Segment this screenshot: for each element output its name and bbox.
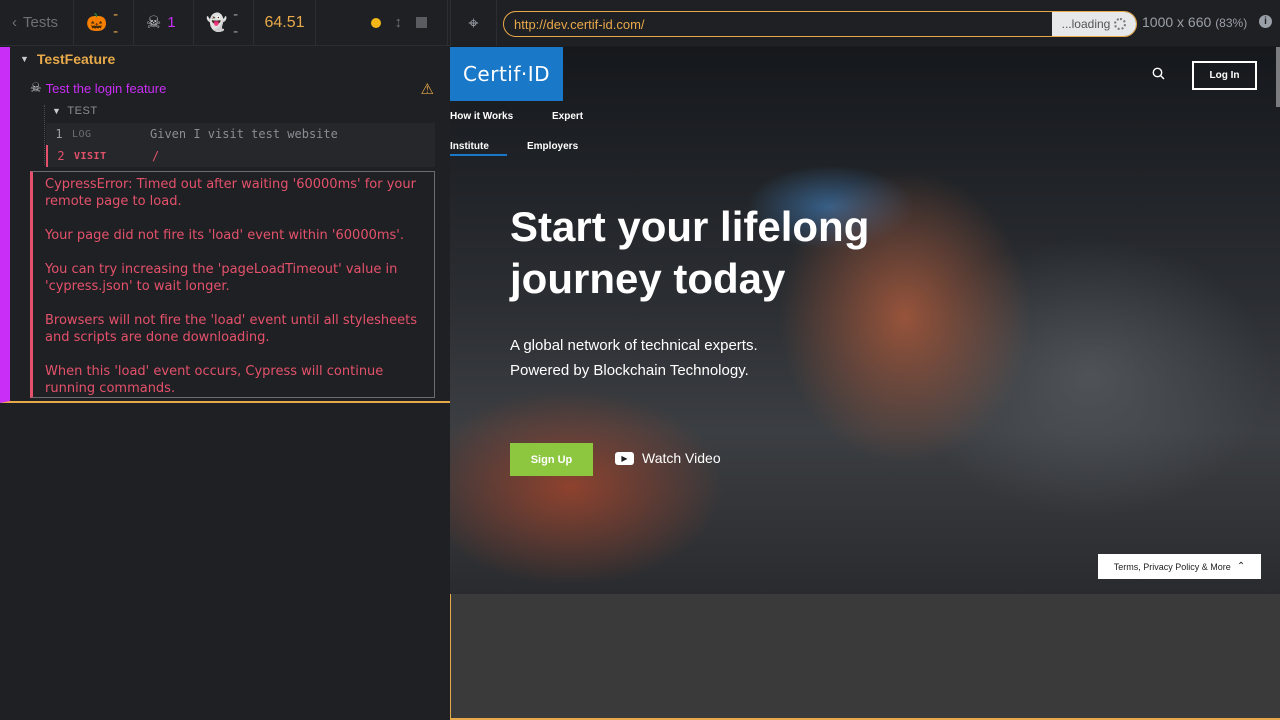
command-log: ▼ TestFeature ☠ Test the login feature ⚠… (0, 47, 450, 403)
watch-video-link[interactable]: ▶ Watch Video (615, 450, 721, 466)
hero-subtitle-line: A global network of technical experts. (510, 337, 758, 354)
run-controls: ↕ (316, 0, 448, 46)
command-message: / (152, 149, 160, 163)
error-paragraph: Your page did not fire its 'load' event … (45, 228, 405, 243)
viewport-scale: (83%) (1215, 16, 1248, 30)
command-name: VISIT (74, 150, 107, 162)
watch-video-label: Watch Video (642, 450, 721, 466)
nav-how-it-works[interactable]: How it Works (450, 111, 513, 122)
stop-icon[interactable] (416, 17, 427, 28)
tests-back-button[interactable]: ‹ Tests (0, 0, 74, 46)
chevron-up-icon: ⌃ (1236, 561, 1246, 572)
aut-blank-area (450, 594, 1280, 720)
caret-down-icon: ▼ (52, 106, 62, 116)
error-paragraph: Browsers will not fire the 'load' event … (45, 313, 417, 345)
hero-subtitle: A global network of technical experts. P… (510, 333, 758, 383)
youtube-icon: ▶ (615, 451, 634, 465)
cypress-reporter: ‹ Tests 🎃 -- ☠ 1 👻 -- 64.51 ↕ ▼ TestFeat… (0, 0, 450, 720)
error-paragraph: You can try increasing the 'pageLoadTime… (45, 262, 398, 294)
pending-stat: 👻 -- (194, 0, 254, 46)
error-message: CypressError: Timed out after waiting '6… (30, 171, 435, 398)
suite-title: TestFeature (36, 51, 116, 67)
spinner-icon (1114, 18, 1127, 30)
passed-count: -- (113, 5, 119, 40)
skull-icon: ☠ (146, 12, 162, 32)
info-icon[interactable]: i (1259, 15, 1272, 28)
terms-label: Terms, Privacy Policy & More (1113, 561, 1231, 572)
error-paragraph: When this 'load' event occurs, Cypress w… (45, 364, 384, 396)
aut-iframe: Certif·ID How it Works Expert Institute … (450, 47, 1280, 594)
url-text: http://dev.certif-id.com/ (514, 16, 645, 32)
viewport-size[interactable]: 1000 x 660 (83%) (1142, 14, 1247, 30)
reporter-header: ‹ Tests 🎃 -- ☠ 1 👻 -- 64.51 ↕ (0, 0, 450, 46)
hero-title-line: Start your lifelong (510, 203, 870, 250)
search-icon[interactable] (1152, 67, 1166, 81)
signup-button[interactable]: Sign Up (510, 443, 593, 476)
pending-count: -- (233, 5, 239, 40)
nav-institute[interactable]: Institute (450, 141, 507, 156)
site-page: Certif·ID How it Works Expert Institute … (450, 47, 1280, 594)
command-name: LOG (72, 128, 92, 140)
caret-down-icon: ▼ (20, 54, 29, 64)
ghost-icon: 👻 (206, 12, 228, 32)
hook-divider (44, 105, 45, 165)
nav-employers[interactable]: Employers (527, 141, 578, 152)
chevron-left-icon: ‹ (12, 14, 17, 31)
hero-title: Start your lifelong journey today (510, 201, 990, 305)
nav-expert[interactable]: Expert (552, 111, 583, 122)
error-paragraph: CypressError: Timed out after waiting '6… (45, 177, 416, 209)
viewport-dimensions: 1000 x 660 (1142, 14, 1212, 30)
duration-display: 64.51 (254, 0, 316, 46)
command-row-failed[interactable]: 2 VISIT / (46, 145, 435, 167)
hook-header[interactable]: ▼ TEST (52, 105, 98, 117)
pumpkin-icon: 🎃 (86, 12, 108, 32)
warning-icon: ⚠ (420, 81, 434, 98)
tests-label: Tests (23, 14, 59, 31)
passed-stat: 🎃 -- (74, 0, 134, 46)
test-title: Test the login feature (45, 80, 167, 96)
aut-header: ⌖ http://dev.certif-id.com/ ...loading 1… (450, 0, 1280, 46)
hook-label: TEST (67, 105, 98, 117)
running-dot-icon (370, 17, 381, 28)
command-row[interactable]: 1 LOG Given I visit test website (46, 123, 435, 145)
command-message: Given I visit test website (150, 127, 338, 141)
failed-stat: ☠ 1 (134, 0, 194, 46)
suite-header[interactable]: ▼ TestFeature (20, 51, 115, 67)
command-number: 2 (57, 149, 65, 163)
loading-indicator: ...loading (1052, 12, 1136, 36)
terms-button[interactable]: Terms, Privacy Policy & More ⌃ (1098, 554, 1261, 579)
url-bar[interactable]: http://dev.certif-id.com/ ...loading (503, 11, 1137, 37)
updown-icon[interactable]: ↕ (395, 14, 403, 31)
loading-label: ...loading (1061, 17, 1111, 31)
crosshair-icon[interactable]: ⌖ (451, 0, 497, 46)
skull-icon: ☠ (30, 80, 42, 95)
scrollbar[interactable] (1276, 47, 1280, 107)
login-button[interactable]: Log In (1192, 61, 1257, 90)
command-number: 1 (55, 127, 63, 141)
failed-count: 1 (167, 14, 176, 31)
test-title-row[interactable]: ☠ Test the login feature ⚠ (30, 80, 440, 98)
hero-subtitle-line: Powered by Blockchain Technology. (510, 362, 749, 379)
site-logo[interactable]: Certif·ID (450, 47, 563, 101)
hero-title-line: journey today (510, 255, 786, 302)
